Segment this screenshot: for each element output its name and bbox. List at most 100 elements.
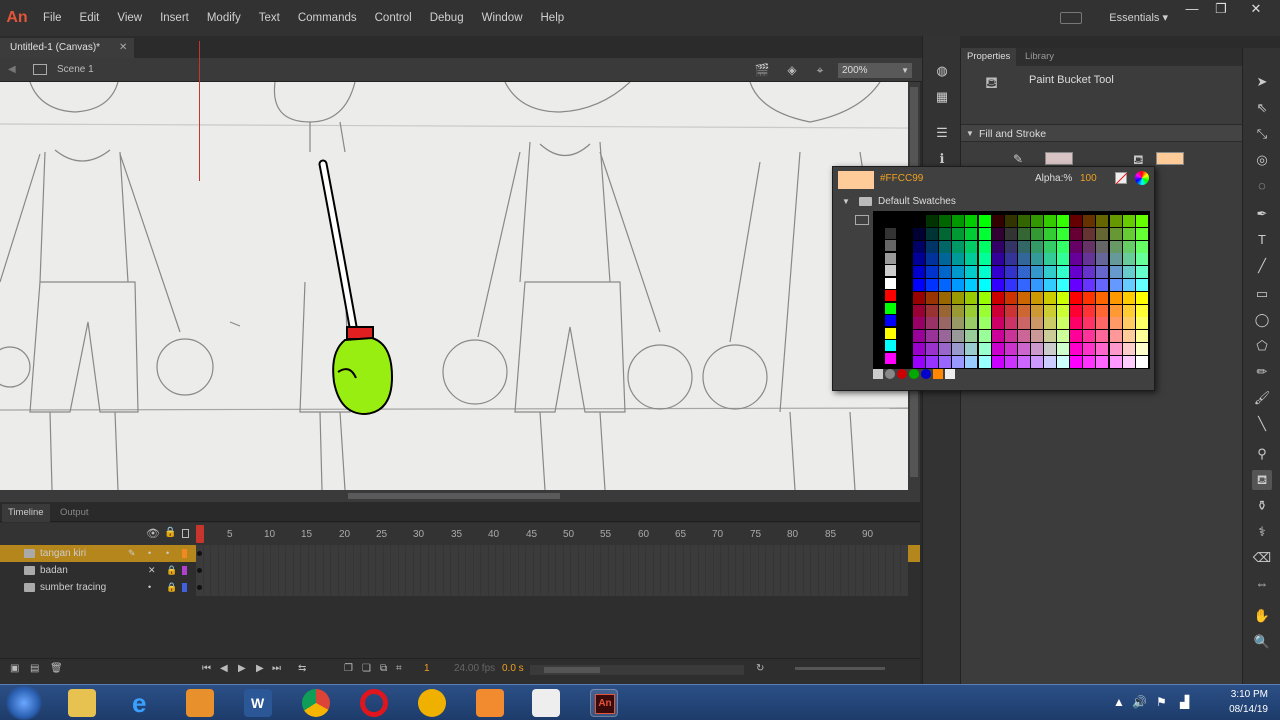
- swatch[interactable]: [1122, 215, 1135, 227]
- swatch[interactable]: [1122, 253, 1135, 266]
- width-tool-icon[interactable]: ⇔: [1252, 574, 1272, 594]
- swatch[interactable]: [1044, 279, 1056, 291]
- swatch[interactable]: [885, 265, 896, 276]
- menu-edit[interactable]: Edit: [71, 0, 109, 36]
- swatch[interactable]: [1083, 304, 1096, 317]
- swatch[interactable]: [1070, 355, 1083, 368]
- gradient-swatch[interactable]: [921, 369, 931, 379]
- swatch[interactable]: [965, 253, 978, 266]
- swatch[interactable]: [991, 304, 1004, 317]
- swatch[interactable]: [965, 355, 978, 368]
- avast-icon[interactable]: [418, 689, 446, 717]
- swatch[interactable]: [1083, 343, 1096, 355]
- swatch[interactable]: [965, 317, 978, 330]
- swatch[interactable]: [1057, 343, 1070, 355]
- swatch[interactable]: [1044, 240, 1056, 253]
- swatch[interactable]: [952, 317, 965, 330]
- swatch[interactable]: [913, 317, 925, 330]
- swatch[interactable]: [913, 227, 925, 240]
- layer-frames[interactable]: [196, 579, 908, 596]
- swatch[interactable]: [1017, 279, 1030, 291]
- swatch[interactable]: [952, 227, 965, 240]
- polystar-tool-icon[interactable]: ⬠: [1252, 336, 1272, 356]
- media-player-icon[interactable]: [186, 689, 214, 717]
- swatch[interactable]: [1122, 317, 1135, 330]
- swatch[interactable]: [1135, 330, 1148, 343]
- swatch[interactable]: [1044, 330, 1056, 343]
- swatch[interactable]: [965, 330, 978, 343]
- swatch[interactable]: [913, 215, 925, 227]
- swatch[interactable]: [965, 227, 978, 240]
- scene-label[interactable]: Scene 1: [57, 58, 94, 82]
- swatch[interactable]: [939, 317, 952, 330]
- back-arrow-icon[interactable]: ◀: [8, 58, 16, 82]
- swatch[interactable]: [1017, 355, 1030, 368]
- step-back-icon[interactable]: ◀: [220, 663, 228, 674]
- swatch[interactable]: [1057, 355, 1070, 368]
- swatch[interactable]: [1044, 304, 1056, 317]
- swatch[interactable]: [1017, 240, 1030, 253]
- swatch[interactable]: [913, 343, 925, 355]
- swatch[interactable]: [1122, 330, 1135, 343]
- gradient-swatch[interactable]: [885, 369, 895, 379]
- menu-commands[interactable]: Commands: [289, 0, 366, 36]
- volume-icon[interactable]: 🔊: [1132, 695, 1147, 709]
- swatch[interactable]: [965, 240, 978, 253]
- swatch[interactable]: [913, 266, 925, 279]
- swatch[interactable]: [939, 240, 952, 253]
- swatch[interactable]: [1017, 253, 1030, 266]
- selection-tool-icon[interactable]: ➤: [1252, 72, 1272, 92]
- swatch[interactable]: [1017, 304, 1030, 317]
- layer-color-indicator[interactable]: [182, 583, 187, 592]
- gradient-swatch[interactable]: [897, 369, 907, 379]
- swatch[interactable]: [1135, 317, 1148, 330]
- swatch[interactable]: [1057, 215, 1070, 227]
- swatch[interactable]: [1109, 343, 1122, 355]
- visibility-toggle[interactable]: •: [148, 545, 151, 562]
- swatch[interactable]: [1083, 279, 1096, 291]
- swatch[interactable]: [1070, 330, 1083, 343]
- swatch[interactable]: [965, 215, 978, 227]
- menu-window[interactable]: Window: [473, 0, 532, 36]
- swatch[interactable]: [1135, 304, 1148, 317]
- network-icon[interactable]: ▟: [1180, 695, 1189, 709]
- layer-name[interactable]: tangan kiri: [40, 545, 86, 562]
- swatch[interactable]: [1057, 304, 1070, 317]
- swatch[interactable]: [913, 355, 925, 368]
- swatch[interactable]: [1004, 355, 1017, 368]
- layer-name[interactable]: badan: [40, 562, 68, 579]
- swatch[interactable]: [1135, 240, 1148, 253]
- clock-date[interactable]: 08/14/19: [1208, 704, 1268, 715]
- gradient-swatch[interactable]: [945, 369, 955, 379]
- frame-zoom-slider[interactable]: [795, 667, 885, 670]
- visibility-toggle[interactable]: ✕: [148, 562, 156, 579]
- swatch[interactable]: [991, 279, 1004, 291]
- swatch[interactable]: [1004, 291, 1017, 304]
- swatch[interactable]: [1057, 227, 1070, 240]
- swatch[interactable]: [1135, 266, 1148, 279]
- swatch[interactable]: [1030, 253, 1043, 266]
- swatch[interactable]: [1096, 279, 1109, 291]
- swatch[interactable]: [1096, 227, 1109, 240]
- play-icon[interactable]: ▶: [238, 663, 246, 674]
- swatch[interactable]: [1083, 215, 1096, 227]
- swatch[interactable]: [1083, 317, 1096, 330]
- onion-outline-icon[interactable]: ❏: [362, 663, 371, 674]
- swatch[interactable]: [1017, 215, 1030, 227]
- swatch[interactable]: [939, 330, 952, 343]
- swatch[interactable]: [952, 330, 965, 343]
- swatch[interactable]: [1109, 240, 1122, 253]
- swatch[interactable]: [926, 240, 939, 253]
- swatch[interactable]: [1030, 304, 1043, 317]
- swatch[interactable]: [926, 266, 939, 279]
- minimize-button[interactable]: —: [1176, 0, 1208, 20]
- swatch[interactable]: [1004, 266, 1017, 279]
- swatch[interactable]: [1070, 240, 1083, 253]
- swatch[interactable]: [1030, 317, 1043, 330]
- step-forward-icon[interactable]: ▶: [256, 663, 264, 674]
- new-folder-icon[interactable]: ▤: [30, 663, 39, 674]
- swatches-icon[interactable]: ▦: [933, 88, 951, 106]
- swatch[interactable]: [1070, 343, 1083, 355]
- opera-icon[interactable]: [360, 689, 388, 717]
- swatch[interactable]: [885, 327, 896, 339]
